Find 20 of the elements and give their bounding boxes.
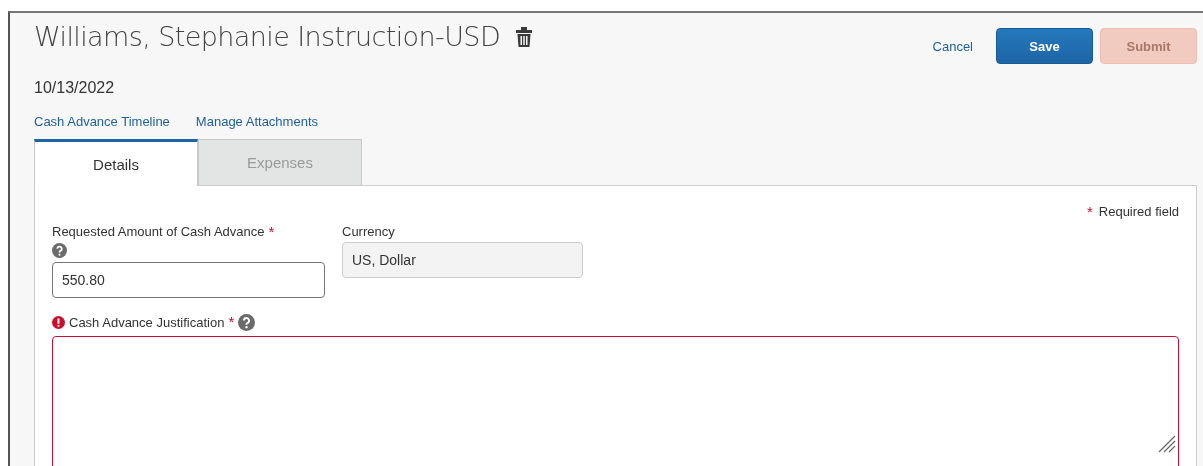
help-icon[interactable] (52, 243, 67, 258)
help-icon[interactable] (238, 314, 256, 331)
tab[interactable]: Details (34, 139, 198, 186)
input-field[interactable]: 550.80 (52, 262, 325, 298)
header-link[interactable]: Manage Attachments (195, 114, 318, 129)
field-label: Cash Advance Justification (69, 315, 225, 330)
header-link[interactable]: Cash Advance Timeline (34, 114, 170, 129)
field-label: Currency (342, 224, 395, 239)
report-date: 10/13/2022 (34, 79, 116, 97)
required-mark: * (268, 224, 275, 239)
report-title: Williams, Stephanie Instruction-USD (34, 21, 501, 52)
field-label: Requested Amount of Cash Advance (52, 224, 265, 239)
resize-grip-icon[interactable] (1156, 433, 1176, 453)
required-legend: Required field (1098, 204, 1179, 219)
readonly-field: US, Dollar (342, 242, 583, 278)
required-mark: * (1086, 204, 1093, 219)
trash-icon[interactable] (516, 26, 533, 47)
action-button[interactable]: Save (996, 28, 1093, 64)
required-mark: * (228, 314, 235, 329)
cancel-link[interactable]: Cancel (932, 38, 973, 54)
